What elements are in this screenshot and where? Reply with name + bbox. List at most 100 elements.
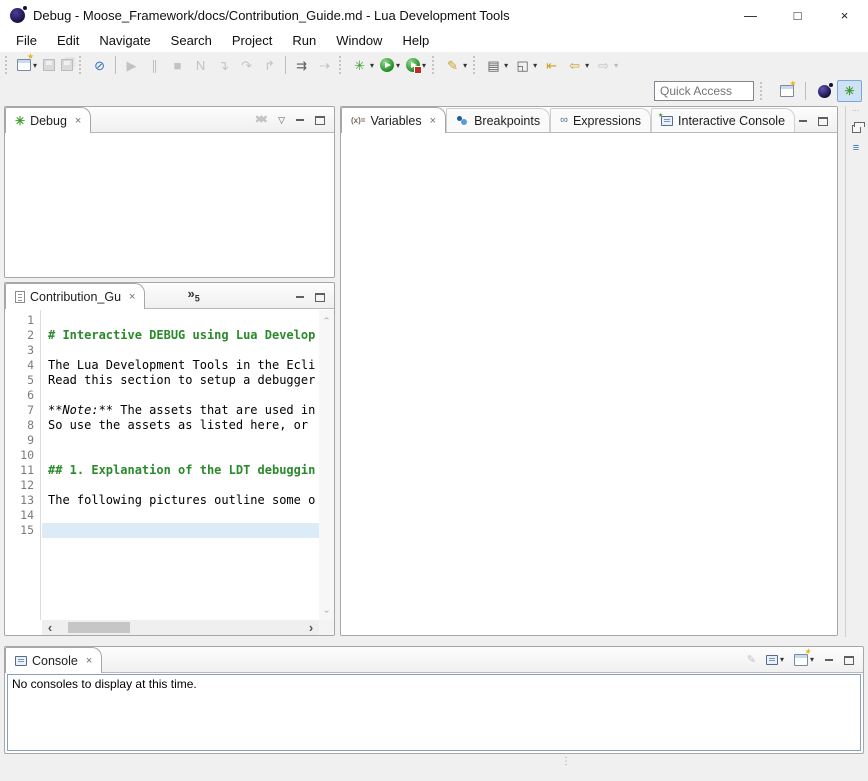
menu-search[interactable]: Search (161, 31, 222, 51)
display-selected-console-button[interactable]: ▾ (766, 655, 784, 665)
pin-editor-button[interactable]: ◱▾ (512, 54, 539, 76)
last-edit-location-button[interactable]: ⇤ (541, 54, 562, 76)
code-line[interactable] (42, 388, 319, 403)
view-menu-icon[interactable]: ▽ (278, 116, 285, 125)
open-console-dropdown[interactable]: ▾ (810, 656, 814, 664)
pin-editor-dropdown[interactable]: ▾ (533, 61, 537, 70)
tab-variables[interactable]: (x)=Variables× (341, 107, 446, 133)
quick-access-input[interactable] (654, 81, 754, 101)
open-console-button[interactable]: ▾ (794, 654, 814, 666)
toolbar-drag-handle[interactable] (339, 56, 345, 74)
vertical-scrollbar[interactable]: › › (319, 310, 334, 620)
tab-interactive-console[interactable]: Interactive Console (651, 108, 795, 132)
window-close-button[interactable]: × (821, 0, 868, 30)
open-perspective-button[interactable] (774, 80, 799, 102)
minimize-view-button[interactable] (824, 656, 834, 665)
close-icon[interactable]: × (430, 115, 436, 127)
line-number[interactable]: 7 (5, 403, 34, 418)
code-line[interactable] (42, 478, 319, 493)
menu-file[interactable]: File (6, 31, 47, 51)
code-line[interactable]: # Interactive DEBUG using Lua Develop (42, 328, 319, 343)
window-minimize-button[interactable]: — (727, 0, 774, 30)
display-console-dropdown[interactable]: ▾ (780, 656, 784, 664)
open-task-dropdown[interactable]: ▾ (504, 61, 508, 70)
line-number[interactable]: 9 (5, 433, 34, 448)
debug-view-content[interactable] (5, 134, 334, 277)
code-line[interactable] (42, 343, 319, 358)
tab-console[interactable]: Console × (5, 647, 102, 673)
line-number[interactable]: 1 (5, 313, 34, 328)
console-content[interactable]: No consoles to display at this time. (7, 674, 861, 751)
minimize-view-button[interactable] (295, 293, 305, 302)
line-number[interactable]: 15 (5, 523, 34, 538)
scroll-up-icon[interactable]: › (321, 317, 332, 320)
skip-all-breakpoints-button[interactable]: ⊘ (89, 54, 110, 76)
code-line[interactable]: The following pictures outline some o (42, 493, 319, 508)
line-number[interactable]: 3 (5, 343, 34, 358)
toolbar-drag-handle[interactable] (5, 56, 11, 74)
outline-view-button[interactable]: ≡ (853, 143, 859, 154)
close-icon[interactable]: × (86, 655, 92, 667)
scroll-left-icon[interactable]: ‹ (42, 621, 58, 634)
menu-navigate[interactable]: Navigate (89, 31, 160, 51)
editor-tab-overflow[interactable]: »5 (187, 286, 199, 308)
line-number[interactable]: 6 (5, 388, 34, 403)
horizontal-scrollbar[interactable]: ‹ › (42, 620, 319, 635)
line-number[interactable]: 2 (5, 328, 34, 343)
lua-perspective-button[interactable] (812, 80, 837, 102)
code-line[interactable] (42, 508, 319, 523)
debug-button[interactable]: ✳▾ (349, 54, 376, 76)
tab-debug[interactable]: ✳ Debug × (5, 107, 91, 133)
line-number[interactable]: 10 (5, 448, 34, 463)
code-line[interactable]: Read this section to setup a debugger (42, 373, 319, 388)
scroll-right-icon[interactable]: › (303, 621, 319, 634)
new-wizard-dropdown[interactable]: ▾ (33, 61, 37, 70)
run-dropdown[interactable]: ▾ (396, 61, 400, 70)
code-line[interactable] (42, 448, 319, 463)
maximize-view-button[interactable] (844, 656, 854, 665)
tab-contribution-guide[interactable]: Contribution_Gu × (5, 283, 145, 309)
line-number[interactable]: 11 (5, 463, 34, 478)
line-number[interactable]: 4 (5, 358, 34, 373)
open-task-button[interactable]: ▤▾ (483, 54, 510, 76)
back-dropdown[interactable]: ▾ (585, 61, 589, 70)
line-number[interactable]: 13 (5, 493, 34, 508)
close-icon[interactable]: × (129, 291, 135, 303)
menu-window[interactable]: Window (326, 31, 392, 51)
code-line[interactable]: The Lua Development Tools in the Ecli (42, 358, 319, 373)
code-line-current[interactable] (42, 523, 319, 538)
back-button[interactable]: ⇦▾ (564, 54, 591, 76)
menu-run[interactable]: Run (282, 31, 326, 51)
toolbar-drag-handle[interactable] (760, 82, 766, 100)
maximize-view-button[interactable] (315, 293, 325, 302)
menu-project[interactable]: Project (222, 31, 282, 51)
code-line[interactable] (42, 433, 319, 448)
minimize-view-button[interactable] (798, 117, 808, 126)
maximize-view-button[interactable] (315, 116, 325, 125)
maximize-view-button[interactable] (818, 117, 828, 126)
status-drag-handle[interactable]: ⋮ (561, 757, 571, 767)
minimize-view-button[interactable] (295, 116, 305, 125)
window-maximize-button[interactable]: □ (774, 0, 821, 30)
debug-dropdown[interactable]: ▾ (370, 61, 374, 70)
toolbar-drag-handle[interactable] (473, 56, 479, 74)
line-number[interactable]: 14 (5, 508, 34, 523)
restore-view-button[interactable] (852, 125, 861, 133)
tab-breakpoints[interactable]: Breakpoints (446, 108, 550, 132)
menu-help[interactable]: Help (392, 31, 439, 51)
run-button[interactable]: ▾ (378, 54, 402, 76)
toolbar-drag-handle[interactable] (79, 56, 85, 74)
external-tools-button[interactable]: ✎▾ (442, 54, 469, 76)
line-number-gutter[interactable]: 123456789101112131415 (5, 310, 41, 620)
variables-view-content[interactable] (341, 134, 837, 635)
close-icon[interactable]: × (75, 115, 81, 127)
debug-perspective-button[interactable]: ✳ (837, 80, 862, 102)
new-wizard-button[interactable]: ▾ (15, 54, 39, 76)
code-line[interactable]: So use the assets as listed here, or (42, 418, 319, 433)
use-step-filters-button[interactable]: ⇉ (291, 54, 312, 76)
toolbar-drag-handle[interactable] (432, 56, 438, 74)
menu-edit[interactable]: Edit (47, 31, 89, 51)
coverage-button[interactable]: ▾ (404, 54, 428, 76)
code-line[interactable] (42, 313, 319, 328)
line-number[interactable]: 8 (5, 418, 34, 433)
